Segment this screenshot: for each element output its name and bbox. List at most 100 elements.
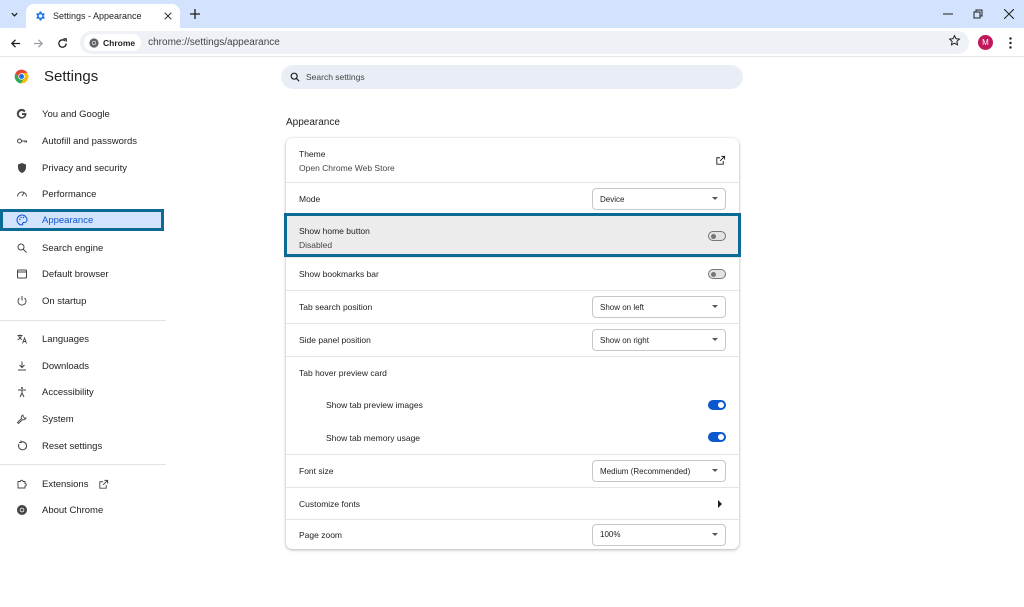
site-info-chip[interactable]: Chrome bbox=[84, 34, 142, 51]
customize-fonts-label: Customize fonts bbox=[299, 498, 360, 509]
restore-icon[interactable] bbox=[961, 0, 995, 28]
theme-row[interactable]: Theme Open Chrome Web Store bbox=[286, 138, 739, 182]
tab-memory-usage-toggle[interactable] bbox=[708, 432, 726, 442]
sidebar-item-downloads[interactable]: Downloads bbox=[0, 355, 164, 377]
sidebar-item-label: Default browser bbox=[42, 268, 109, 280]
browser-toolbar: Chrome chrome://settings/appearance bbox=[0, 28, 1024, 57]
sidebar-item-label: You and Google bbox=[42, 108, 110, 120]
new-tab-button[interactable] bbox=[187, 6, 203, 22]
search-icon bbox=[290, 72, 300, 82]
google-icon bbox=[16, 108, 28, 120]
sidebar-item-label: On startup bbox=[42, 295, 87, 307]
sidebar-item-you-and-google[interactable]: You and Google bbox=[0, 103, 164, 125]
back-arrow-icon[interactable] bbox=[6, 34, 24, 52]
sidebar-item-accessibility[interactable]: Accessibility bbox=[0, 381, 164, 403]
dropdown-caret-icon bbox=[712, 469, 718, 472]
minimize-icon[interactable] bbox=[931, 0, 965, 28]
reload-icon[interactable] bbox=[53, 34, 71, 52]
dropdown-caret-icon bbox=[712, 338, 718, 341]
tab-preview-images-label: Show tab preview images bbox=[326, 400, 423, 410]
wrench-icon bbox=[16, 413, 28, 425]
home-button-status: Disabled bbox=[299, 240, 333, 250]
home-button-toggle[interactable] bbox=[708, 231, 726, 241]
tab-search-position-value: Show on left bbox=[600, 302, 645, 312]
mode-select[interactable]: Device bbox=[592, 188, 726, 210]
sidebar-item-autofill[interactable]: Autofill and passwords bbox=[0, 130, 164, 152]
url-text: chrome://settings/appearance bbox=[148, 37, 280, 48]
speedometer-icon bbox=[16, 188, 28, 200]
bookmark-star-icon[interactable] bbox=[948, 34, 961, 52]
side-panel-position-label: Side panel position bbox=[299, 335, 371, 345]
chip-label: Chrome bbox=[103, 37, 136, 48]
sidebar-item-reset[interactable]: Reset settings bbox=[0, 435, 164, 457]
forward-arrow-icon[interactable] bbox=[29, 34, 47, 52]
palette-icon bbox=[16, 214, 28, 226]
close-window-icon[interactable] bbox=[992, 0, 1024, 28]
tab-search-position-label: Tab search position bbox=[299, 302, 373, 312]
search-settings-input[interactable]: Search settings bbox=[281, 65, 743, 89]
sidebar-item-label: Reset settings bbox=[42, 440, 103, 452]
dropdown-caret-icon bbox=[712, 305, 718, 308]
bookmarks-bar-row[interactable]: Show bookmarks bar bbox=[286, 257, 739, 290]
sidebar-item-label: Privacy and security bbox=[42, 162, 128, 174]
puzzle-icon bbox=[16, 478, 28, 490]
tab-preview-images-toggle[interactable] bbox=[708, 400, 726, 410]
sidebar-divider bbox=[0, 320, 166, 321]
chevron-right-icon bbox=[714, 498, 726, 510]
key-icon bbox=[16, 135, 28, 147]
tab-search-position-select[interactable]: Show on left bbox=[592, 296, 726, 318]
sidebar-item-default-browser[interactable]: Default browser bbox=[0, 263, 164, 285]
external-link-icon[interactable] bbox=[714, 154, 726, 166]
chrome-logo-icon bbox=[14, 69, 29, 84]
external-link-icon bbox=[98, 479, 109, 490]
sidebar-divider bbox=[0, 464, 166, 465]
home-button-row[interactable]: Show home button Disabled bbox=[284, 213, 741, 257]
sidebar-item-extensions[interactable]: Extensions bbox=[0, 473, 164, 495]
shield-icon bbox=[16, 162, 28, 174]
translate-icon bbox=[16, 333, 28, 345]
sidebar-item-on-startup[interactable]: On startup bbox=[0, 290, 164, 312]
sidebar-item-label: About Chrome bbox=[42, 504, 104, 516]
mode-row: Mode Device bbox=[286, 182, 739, 215]
sidebar-item-label: Search engine bbox=[42, 242, 104, 254]
side-panel-position-select[interactable]: Show on right bbox=[592, 329, 726, 351]
sidebar-item-appearance[interactable]: Appearance bbox=[0, 209, 164, 231]
customize-fonts-row[interactable]: Customize fonts bbox=[286, 487, 739, 519]
active-tab[interactable]: Settings - Appearance bbox=[26, 4, 180, 28]
dropdown-caret-icon bbox=[712, 197, 718, 200]
bookmarks-bar-label: Show bookmarks bar bbox=[299, 269, 379, 279]
section-title: Appearance bbox=[286, 117, 340, 128]
profile-avatar[interactable]: M bbox=[978, 35, 993, 50]
sidebar-item-label: Extensions bbox=[42, 478, 89, 490]
page-zoom-value: 100% bbox=[600, 530, 621, 539]
sidebar-item-system[interactable]: System bbox=[0, 408, 164, 430]
tab-hover-label: Tab hover preview card bbox=[299, 368, 387, 378]
sidebar-item-languages[interactable]: Languages bbox=[0, 328, 164, 350]
dropdown-caret-icon bbox=[712, 532, 718, 536]
sidebar-item-about-chrome[interactable]: About Chrome bbox=[0, 499, 164, 521]
sidebar-item-performance[interactable]: Performance bbox=[0, 183, 164, 205]
sidebar-item-privacy[interactable]: Privacy and security bbox=[0, 157, 164, 179]
tab-preview-images-row[interactable]: Show tab preview images bbox=[286, 389, 739, 421]
side-panel-position-row: Side panel position Show on right bbox=[286, 323, 739, 356]
theme-label: Theme bbox=[299, 149, 326, 159]
font-size-select[interactable]: Medium (Recommended) bbox=[592, 460, 726, 482]
home-button-label: Show home button bbox=[299, 226, 370, 236]
bookmarks-bar-toggle[interactable] bbox=[708, 269, 726, 279]
power-icon bbox=[16, 295, 28, 307]
tab-memory-usage-row[interactable]: Show tab memory usage bbox=[286, 421, 739, 454]
accessibility-icon bbox=[16, 386, 28, 398]
sidebar-item-search-engine[interactable]: Search engine bbox=[0, 237, 164, 259]
search-placeholder: Search settings bbox=[306, 72, 365, 82]
font-size-value: Medium (Recommended) bbox=[600, 466, 691, 476]
tab-memory-usage-label: Show tab memory usage bbox=[326, 432, 421, 443]
tab-strip: Settings - Appearance bbox=[0, 0, 1024, 28]
page-zoom-select[interactable]: 100% bbox=[592, 523, 726, 546]
address-bar[interactable]: Chrome chrome://settings/appearance bbox=[80, 31, 969, 54]
browser-window-icon bbox=[16, 268, 28, 280]
close-tab-icon[interactable] bbox=[160, 8, 176, 24]
more-menu-icon[interactable] bbox=[1004, 35, 1016, 50]
page-zoom-row: Page zoom 100% bbox=[286, 519, 739, 549]
tab-search-button[interactable] bbox=[5, 5, 23, 23]
font-size-label: Font size bbox=[299, 466, 334, 476]
